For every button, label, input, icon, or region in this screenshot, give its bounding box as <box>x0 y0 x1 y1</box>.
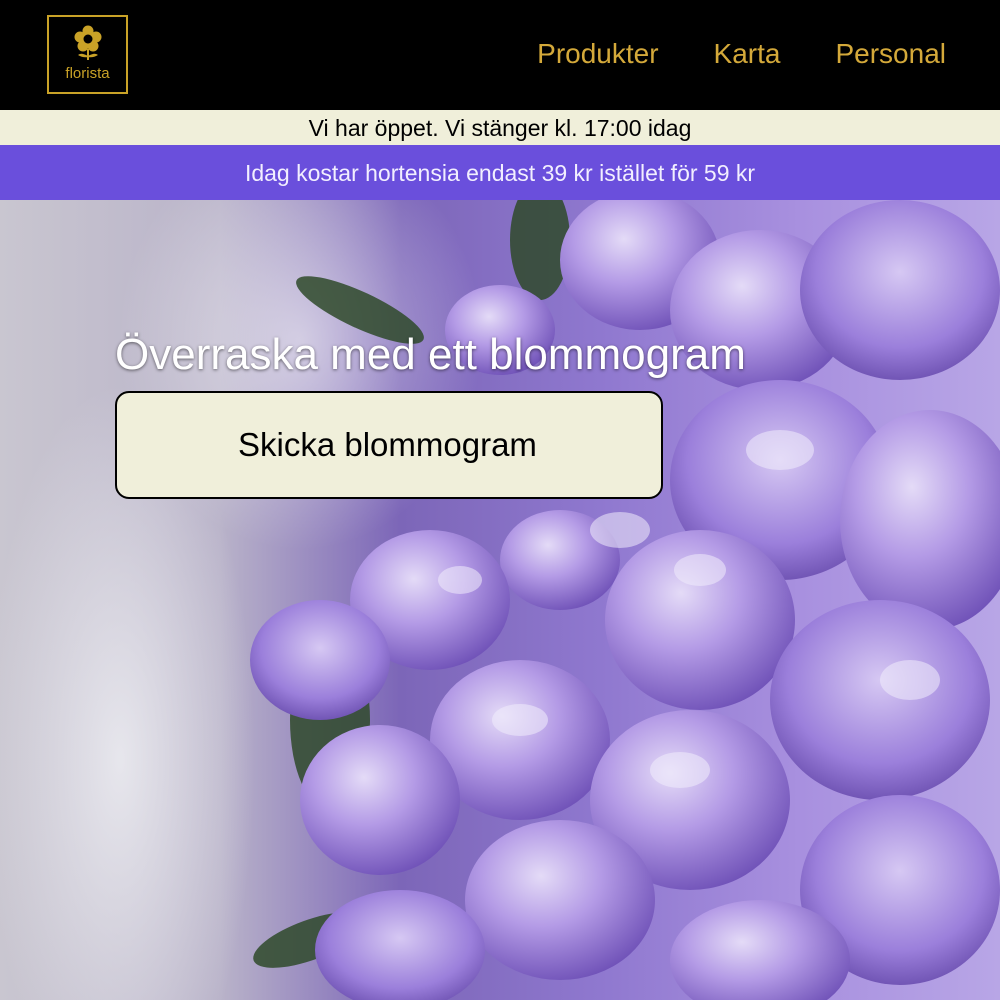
flower-icon <box>74 25 102 60</box>
nav-item-personal[interactable]: Personal <box>835 36 946 72</box>
logo-text: florista <box>65 65 110 82</box>
site-header: florista Produkter Karta Personal <box>0 0 1000 110</box>
send-blommogram-button[interactable]: Skicka blommogram <box>115 391 663 499</box>
nav-item-produkter[interactable]: Produkter <box>537 36 658 72</box>
promo-banner: Idag kostar hortensia endast 39 kr istäl… <box>0 145 1000 200</box>
flower-bouquet-image <box>250 200 1000 1000</box>
florista-logo[interactable]: florista <box>47 15 128 94</box>
main-nav: Produkter Karta Personal <box>537 36 946 72</box>
nav-item-karta[interactable]: Karta <box>714 36 781 72</box>
hero-section: Överraska med ett blommogram Skicka blom… <box>0 200 1000 1000</box>
opening-hours-banner: Vi har öppet. Vi stänger kl. 17:00 idag <box>0 110 1000 145</box>
hero-title: Överraska med ett blommogram <box>115 330 746 379</box>
